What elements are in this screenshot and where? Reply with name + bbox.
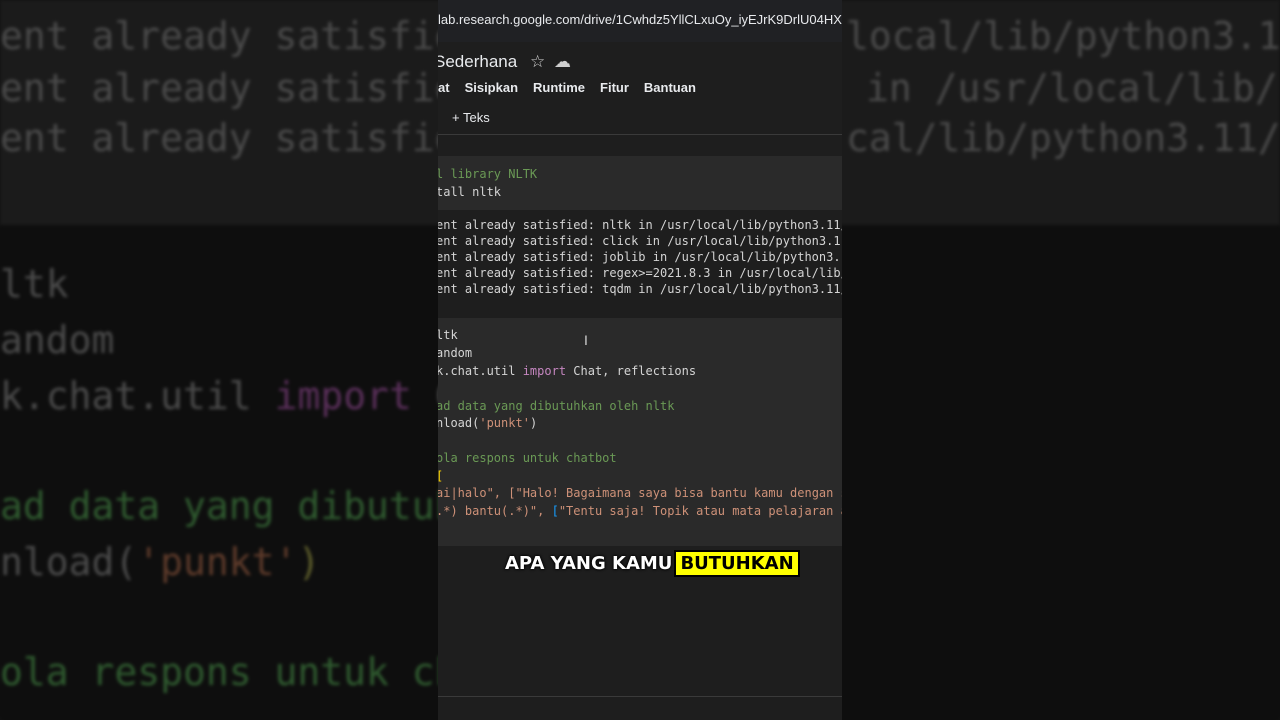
- code-comment: ola respons untuk chatbot: [438, 451, 617, 465]
- menu-item-insert[interactable]: Sisipkan: [465, 80, 518, 95]
- cell-output: ent already satisfied: nltk in /usr/loca…: [438, 210, 842, 316]
- code-comment: ad data yang dibutuhkan oleh nltk: [438, 399, 675, 413]
- menu-item-runtime[interactable]: Runtime: [533, 80, 585, 95]
- bg-output-tail-2: in /usr/local/lib/p: [866, 66, 1280, 110]
- output-line: ent already satisfied: nltk in /usr/loca…: [438, 218, 842, 232]
- url-text: lab.research.google.com/drive/1Cwhdz5Yll…: [438, 12, 842, 27]
- output-line: ent already satisfied: joblib in /usr/lo…: [438, 250, 842, 264]
- bg-output-line-3: ent already satisfie: [0, 116, 458, 160]
- code-line: andom: [438, 346, 473, 360]
- bg-code-line-6: ola respons untuk ch: [0, 650, 458, 694]
- video-caption: APA YANG KAMU BUTUHKAN: [505, 550, 800, 577]
- code-line: k.chat.util import Chat, reflections: [438, 364, 697, 378]
- notebook-title[interactable]: Sederhana: [438, 52, 517, 72]
- code-line: ltk: [438, 328, 458, 342]
- code-cell-install[interactable]: l library NLTK tall nltk: [438, 156, 842, 210]
- address-bar[interactable]: lab.research.google.com/drive/1Cwhdz5Yll…: [438, 0, 842, 42]
- bg-output-line-2: ent already satisfie: [0, 66, 458, 110]
- bg-output-tail-3: cal/lib/python3.11/c: [846, 116, 1280, 160]
- menu-item-file[interactable]: at: [438, 80, 450, 95]
- caption-text: APA YANG KAMU: [505, 553, 673, 574]
- divider: [438, 696, 842, 697]
- code-line: [: [438, 469, 443, 483]
- code-comment: l library NLTK: [438, 167, 538, 181]
- output-line: ent already satisfied: regex>=2021.8.3 i…: [438, 266, 842, 280]
- caption-highlight: BUTUHKAN: [674, 550, 800, 577]
- cloud-icon[interactable]: ☁: [554, 52, 571, 72]
- add-text-button[interactable]: + Teks: [452, 110, 490, 125]
- notebook-toolbar: + Teks: [438, 106, 842, 135]
- bg-output-line-1: ent already satisfie: [0, 14, 458, 58]
- code-line: tall nltk: [438, 185, 502, 199]
- star-icon[interactable]: ☆: [530, 52, 545, 72]
- text-cursor-icon: I: [584, 332, 588, 348]
- bg-code-line-4: ad data yang dibutuh: [0, 484, 458, 528]
- bg-code-line-2: andom: [0, 318, 115, 362]
- code-line: .*) bantu(.*)", ["Tentu saja! Topik atau…: [438, 504, 842, 518]
- code-line: nload('punkt'): [438, 416, 538, 430]
- menu-item-tools[interactable]: Fitur: [600, 80, 629, 95]
- output-line: ent already satisfied: tqdm in /usr/loca…: [438, 282, 842, 296]
- bg-code-line-5: nload('punkt'): [0, 540, 321, 584]
- code-line: ai|halo", ["Halo! Bagaimana saya bisa ba…: [438, 486, 842, 500]
- code-cell-chatbot[interactable]: ltk andom k.chat.util import Chat, refle…: [438, 318, 842, 546]
- bg-code-line-1: ltk: [0, 262, 69, 306]
- bg-code-line-3: k.chat.util import C: [0, 374, 458, 418]
- output-line: ent already satisfied: click in /usr/loc…: [438, 234, 842, 248]
- menu-item-help[interactable]: Bantuan: [644, 80, 696, 95]
- menu-bar: at Sisipkan Runtime Fitur Bantuan: [438, 80, 696, 95]
- notebook-header: Sederhana ☆ ☁ at Sisipkan Runtime Fitur …: [438, 42, 842, 106]
- colab-window: lab.research.google.com/drive/1Cwhdz5Yll…: [438, 0, 842, 720]
- bg-output-tail-1: local/lib/python3.11: [846, 14, 1280, 58]
